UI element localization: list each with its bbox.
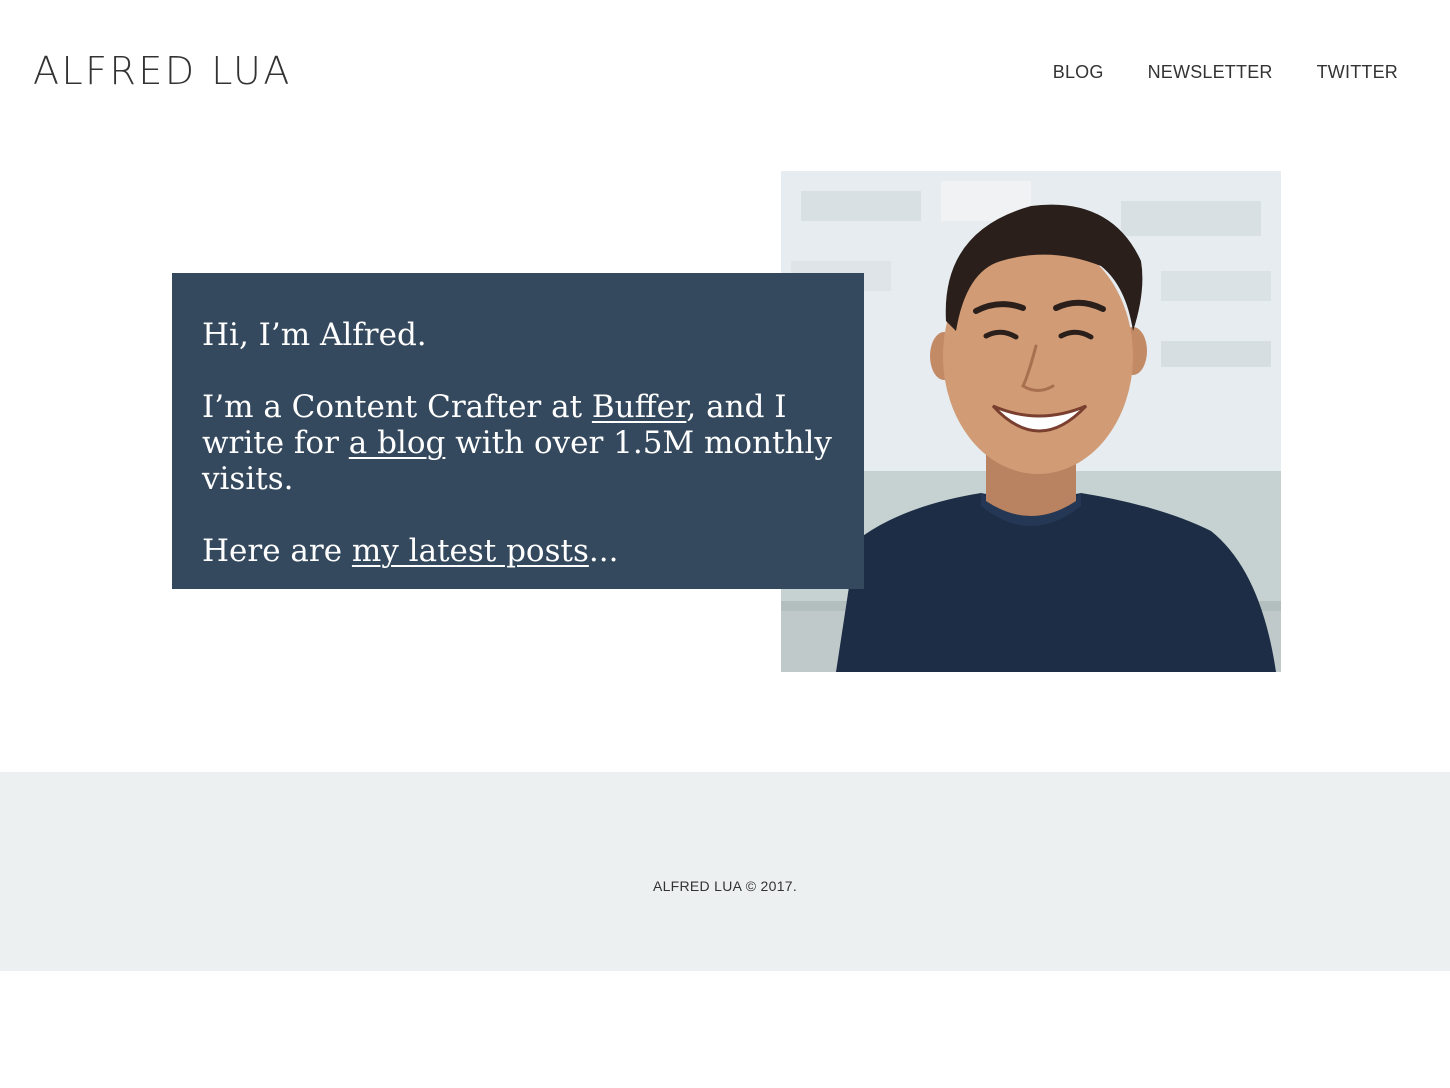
intro-greeting: Hi, I’m Alfred. — [202, 317, 427, 353]
main-nav: BLOG NEWSLETTER TWITTER — [1053, 60, 1398, 84]
blog-link[interactable]: a blog — [349, 425, 446, 461]
intro-card: Hi, I’m Alfred. I’m a Content Crafter at… — [172, 273, 864, 589]
intro-role: I’m a Content Crafter at Buffer, and I w… — [202, 389, 834, 497]
hero-section: Hi, I’m Alfred. I’m a Content Crafter at… — [0, 140, 1450, 740]
nav-link-blog[interactable]: BLOG — [1053, 60, 1104, 84]
intro-posts-text: ... — [588, 533, 619, 569]
buffer-link[interactable]: Buffer — [592, 389, 687, 425]
intro-posts-text: Here are — [202, 533, 352, 569]
site-header: ALFRED LUA BLOG NEWSLETTER TWITTER — [0, 0, 1450, 140]
intro-posts: Here are my latest posts... — [202, 533, 834, 569]
footer-copyright: ALFRED LUA © 2017. — [652, 878, 798, 894]
nav-link-twitter[interactable]: TWITTER — [1317, 60, 1398, 84]
site-footer: ALFRED LUA © 2017. — [0, 772, 1450, 971]
nav-link-newsletter[interactable]: NEWSLETTER — [1148, 60, 1273, 84]
site-logo[interactable]: ALFRED LUA — [33, 47, 292, 95]
intro-role-text: I’m a Content Crafter at — [202, 389, 592, 425]
latest-posts-link[interactable]: my latest posts — [352, 533, 589, 569]
